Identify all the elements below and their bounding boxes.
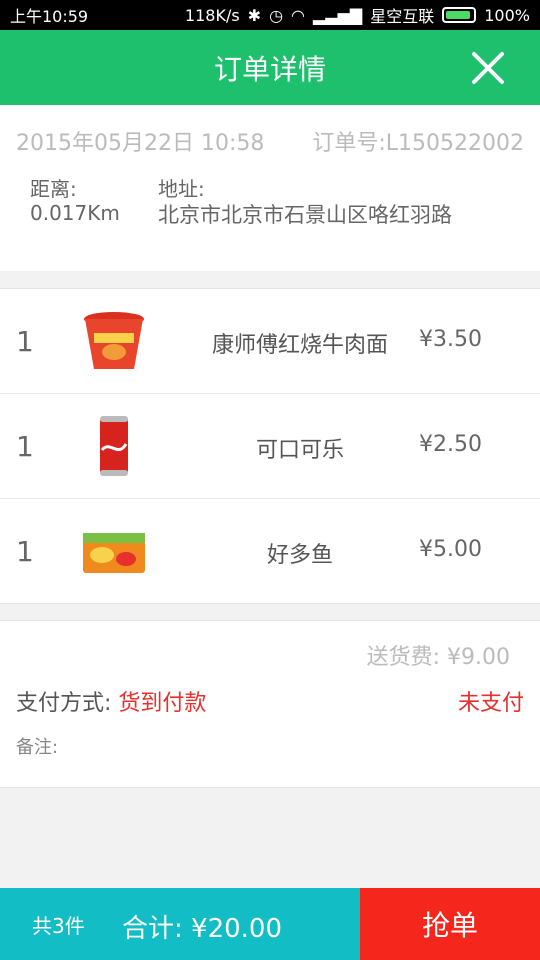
order-total: 合计: ¥20.00 (122, 914, 282, 944)
list-item[interactable]: 1 康师傅红烧牛肉面 ¥3.50 (0, 289, 540, 394)
network-speed: 118K/s (184, 5, 240, 25)
delivery-fee: 送货费: ¥9.00 (366, 645, 510, 670)
item-count: 共3件 (32, 914, 85, 938)
snack-box-icon (83, 533, 145, 573)
address-value: 北京市北京市石景山区咯红羽路 (158, 203, 452, 227)
order-number: 订单号:L150522002 (312, 131, 524, 156)
battery-icon (442, 7, 477, 23)
item-name: 好多鱼 (266, 543, 333, 568)
order-summary: 共3件 合计: ¥20.00 (0, 888, 360, 960)
address-label: 地址: (158, 177, 205, 201)
status-indicators: 118K/s ✱ ◷ ◠ ▂▃▅▇ 星空互联 100% (185, 3, 530, 27)
item-quantity: 1 (16, 535, 34, 568)
item-quantity: 1 (16, 430, 34, 463)
status-bar: 上午10:59 118K/s ✱ ◷ ◠ ▂▃▅▇ 星空互联 100% (0, 0, 540, 30)
order-items-list: 1 康师傅红烧牛肉面 ¥3.50 1 可口可乐 ¥2.50 1 好多鱼 ¥5.0… (0, 288, 540, 604)
item-name: 可口可乐 (255, 438, 344, 463)
status-time: 上午10:59 (10, 7, 89, 26)
bluetooth-icon: ✱ (247, 5, 262, 25)
item-price: ¥5.00 (419, 537, 482, 562)
note-label: 备注: (16, 737, 59, 758)
item-name: 康师傅红烧牛肉面 (211, 333, 388, 358)
payment-status: 未支付 (457, 691, 524, 716)
grab-order-button[interactable]: 抢单 (360, 888, 540, 960)
wifi-icon: ◠ (291, 5, 306, 25)
carrier-name: 星空互联 (370, 7, 435, 26)
bottom-bar: 共3件 合计: ¥20.00 抢单 (0, 888, 540, 960)
alarm-icon: ◷ (269, 5, 284, 25)
order-info-card: 2015年05月22日 10:58 订单号:L150522002 距离: 0.0… (0, 105, 540, 271)
signal-icon: ▂▃▅▇ (313, 5, 363, 25)
cola-can-icon (100, 416, 128, 476)
payment-method: 支付方式: 货到付款 (16, 685, 206, 717)
payment-method-label: 支付方式: (16, 691, 119, 716)
distance-value: 0.017Km (30, 201, 120, 225)
payment-method-value: 货到付款 (118, 691, 207, 716)
battery-percent: 100% (484, 5, 530, 25)
item-price: ¥2.50 (419, 432, 482, 457)
page-title: 订单详情 (213, 52, 326, 86)
payment-card: 送货费: ¥9.00 支付方式: 货到付款 未支付 备注: (0, 620, 540, 788)
item-quantity: 1 (16, 325, 34, 358)
list-item[interactable]: 1 可口可乐 ¥2.50 (0, 394, 540, 499)
list-item[interactable]: 1 好多鱼 ¥5.00 (0, 499, 540, 603)
item-price: ¥3.50 (419, 327, 482, 352)
noodle-cup-icon (84, 312, 144, 369)
distance-label: 距离: (30, 177, 77, 201)
close-icon[interactable] (470, 50, 506, 86)
title-bar: 订单详情 (0, 30, 540, 105)
order-date: 2015年05月22日 10:58 (16, 131, 265, 156)
